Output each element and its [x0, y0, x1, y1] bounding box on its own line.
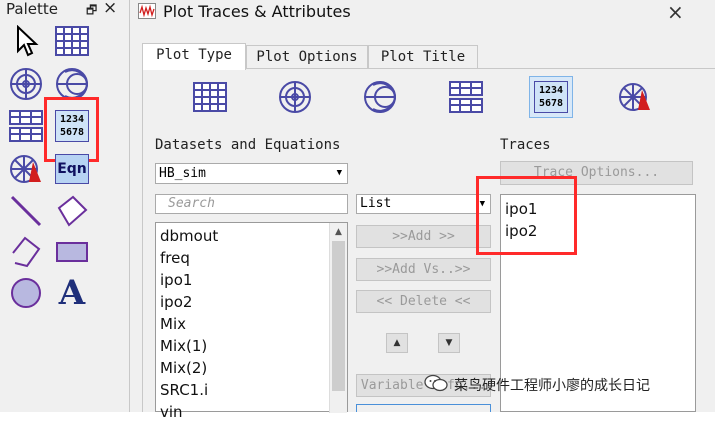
list-item[interactable]: SRC1.i: [156, 379, 347, 401]
chevron-down-icon: ▼: [336, 168, 342, 178]
equation-icon[interactable]: Eqn: [52, 150, 92, 188]
traces-label: Traces: [500, 137, 551, 153]
polyline-tool-icon[interactable]: [6, 233, 46, 271]
smith-chart-type-icon[interactable]: [360, 78, 400, 116]
palette-title: Palette: [6, 0, 58, 18]
list-item[interactable]: ipo1: [156, 269, 347, 291]
focused-button-edge: [356, 404, 491, 412]
move-down-button[interactable]: ▼: [438, 333, 460, 353]
polar-plot-icon[interactable]: [6, 65, 46, 103]
list-item[interactable]: Mix(2): [156, 357, 347, 379]
antenna-plot-type-icon[interactable]: [615, 78, 655, 116]
watermark: 菜鸟硬件工程师小廖的成长日记: [424, 374, 714, 396]
dialog-app-icon: [138, 3, 156, 23]
list-item[interactable]: Mix(1): [156, 335, 347, 357]
tab-plot-type[interactable]: Plot Type: [142, 43, 246, 70]
chevron-up-icon: ▲: [393, 338, 401, 348]
datasets-label: Datasets and Equations: [155, 137, 341, 153]
scroll-up-icon[interactable]: ▲: [330, 223, 347, 241]
chevron-down-icon: ▼: [445, 338, 453, 348]
search-input[interactable]: Search: [155, 194, 348, 214]
close-icon[interactable]: ×: [667, 0, 684, 24]
palette-close-icon[interactable]: ×: [103, 0, 117, 18]
traces-highlight-box: [476, 176, 577, 255]
add-vs-button[interactable]: >>Add Vs..>>: [356, 258, 491, 281]
palette-window: Palette 🗗 × 1234 5678 Eqn A: [0, 0, 130, 412]
rectangle-tool-icon[interactable]: [52, 233, 92, 271]
wechat-logo-icon: [424, 374, 448, 396]
tab-plot-options[interactable]: Plot Options: [246, 45, 368, 69]
palette-pin-icon[interactable]: 🗗: [86, 1, 97, 22]
watermark-text: 菜鸟硬件工程师小廖的成长日记: [454, 378, 650, 394]
polar-plot-type-icon[interactable]: [275, 78, 315, 116]
pointer-icon[interactable]: [6, 22, 46, 60]
variables-list: dbmout freq ipo1 ipo2 Mix Mix(1) Mix(2) …: [155, 222, 348, 421]
rectangular-plot-icon[interactable]: [190, 78, 230, 116]
antenna-plot-icon[interactable]: [6, 150, 46, 188]
add-button[interactable]: >>Add >>: [356, 225, 491, 248]
list-item[interactable]: vin: [156, 401, 347, 423]
list-item[interactable]: ipo2: [156, 291, 347, 313]
list-mode-select[interactable]: List ▼: [356, 194, 491, 214]
circle-tool-icon[interactable]: [6, 274, 46, 312]
move-up-button[interactable]: ▲: [386, 333, 408, 353]
dataset-value: HB_sim: [159, 166, 206, 181]
text-tool-icon[interactable]: A: [52, 274, 92, 312]
scroll-thumb[interactable]: [332, 241, 345, 391]
list-item[interactable]: freq: [156, 247, 347, 269]
list-item[interactable]: dbmout: [156, 225, 347, 247]
rectangular-grid-icon[interactable]: [52, 22, 92, 60]
tab-plot-title[interactable]: Plot Title: [368, 45, 478, 69]
variables-scrollbar[interactable]: ▲: [329, 223, 347, 413]
list-plot-line-1: 1234: [538, 85, 564, 96]
list-mode-value: List: [360, 196, 392, 211]
list-plot-icon[interactable]: 1234 5678: [529, 76, 573, 118]
list-plot-line-2: 5678: [538, 98, 564, 109]
dialog-title: Plot Traces & Attributes: [163, 2, 351, 21]
dataset-select[interactable]: HB_sim ▼: [155, 163, 348, 184]
stacked-grid-icon[interactable]: [6, 107, 46, 145]
list-item[interactable]: Mix: [156, 313, 347, 335]
line-tool-icon[interactable]: [6, 192, 46, 230]
polygon-tool-icon[interactable]: [52, 192, 92, 230]
delete-button[interactable]: << Delete <<: [356, 290, 491, 313]
stacked-plot-icon[interactable]: [446, 78, 486, 116]
